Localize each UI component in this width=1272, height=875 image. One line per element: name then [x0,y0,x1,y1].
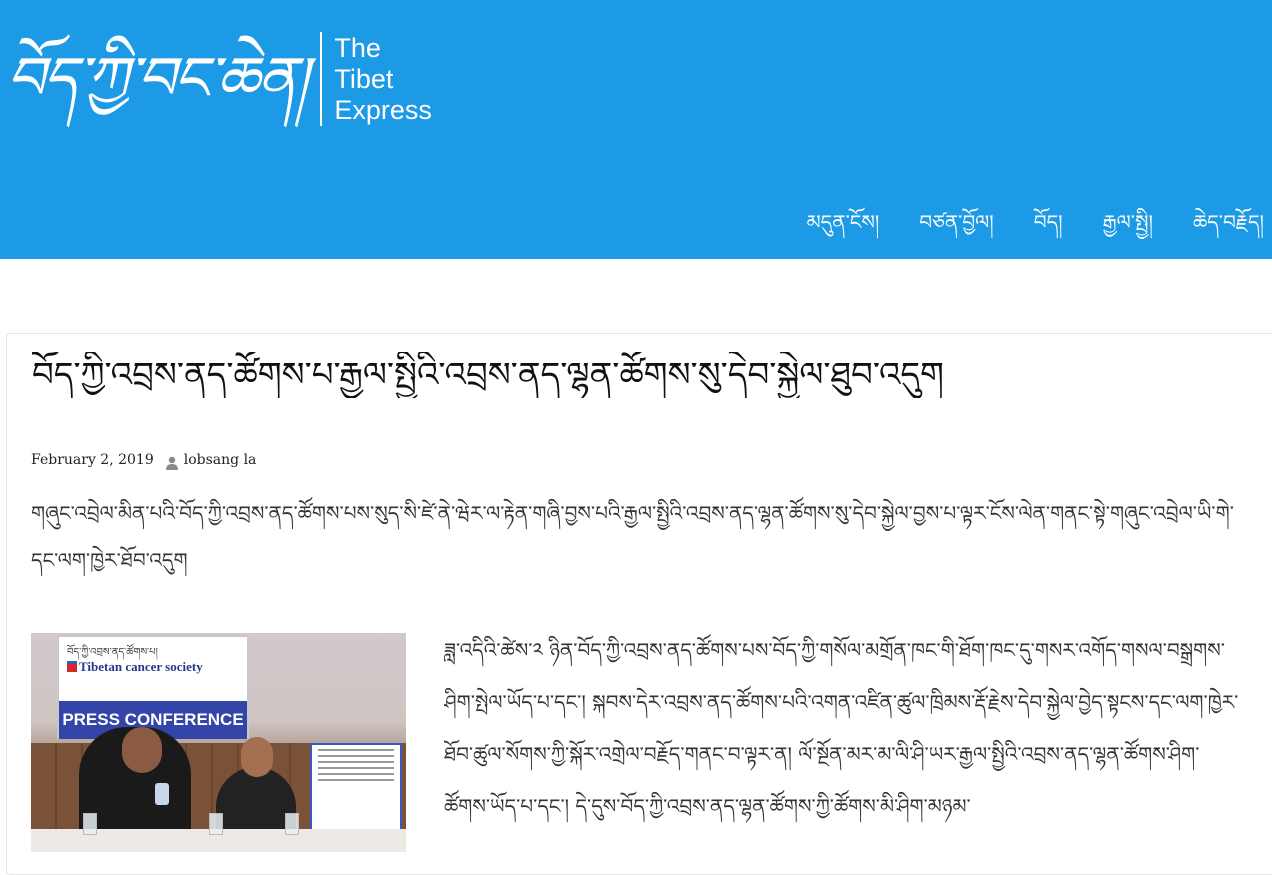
photo-poster [310,743,402,831]
poster-line [318,773,394,775]
speaker-head [241,737,273,777]
article-meta: February 2, 2019 lobsang la [31,452,257,470]
glass-icon [285,813,299,835]
logo-divider [320,32,323,126]
article-body: ཟླ་འདིའི་ཚེས་༢ ཉིན་བོད་ཀྱི་འབྲས་ནད་ཚོགས་… [444,638,1239,818]
speaker-head [122,727,162,773]
logo-english-text: The Tibet Express [334,33,432,126]
glass-icon [83,813,97,835]
site-header: བོད་ཀྱི་བང་ཆེན། The Tibet Express མདུན་ང… [0,0,1272,259]
article-date[interactable]: February 2, 2019 [31,452,154,468]
article-title[interactable]: བོད་ཀྱི་འབྲས་ནད་ཚོགས་པ་རྒྱལ་སྤྱིའི་འབྲས་… [32,352,1262,398]
logo-en-line: The [334,32,381,63]
article-author[interactable]: lobsang la [184,452,257,468]
poster-line [318,779,394,781]
photo-banner: བོད་ཀྱི་འབྲས་ནད་ཚོགས་པ། Tibetan cancer s… [57,635,249,739]
main-nav: མདུན་ངོས། བཙན་བྱོལ། བོད། རྒྱལ་སྤྱི། ཆེད་… [807,200,1264,256]
article-excerpt: གཞུང་འབྲེལ་མིན་པའི་བོད་ཀྱི་འབྲས་ནད་ཚོགས་… [31,501,1234,572]
poster-line [318,767,394,769]
nav-item-opinion[interactable]: ཆེད་བརྗོད། [1193,200,1264,256]
banner-org-name: Tibetan cancer society [79,659,203,674]
article-photo: བོད་ཀྱི་འབྲས་ནད་ཚོགས་པ། Tibetan cancer s… [31,633,406,852]
nav-item-home[interactable]: མདུན་ངོས། [807,200,880,256]
flag-icon [67,661,77,672]
poster-line [318,761,394,763]
logo-en-line: Tibet [334,63,394,94]
microphone-icon [155,783,169,805]
logo-tibetan-text: བོད་ཀྱི་བང་ཆེན། [6,44,308,114]
site-logo[interactable]: བོད་ཀྱི་བང་ཆེན། The Tibet Express [6,24,432,134]
nav-item-tibet[interactable]: བོད། [1034,200,1063,256]
glass-icon [209,813,223,835]
nav-item-international[interactable]: རྒྱལ་སྤྱི། [1103,200,1153,256]
user-icon [165,456,178,470]
poster-line [318,755,394,757]
nav-item-exile[interactable]: བཙན་བྱོལ། [919,200,993,256]
poster-line [318,749,394,751]
logo-en-line: Express [334,94,432,125]
